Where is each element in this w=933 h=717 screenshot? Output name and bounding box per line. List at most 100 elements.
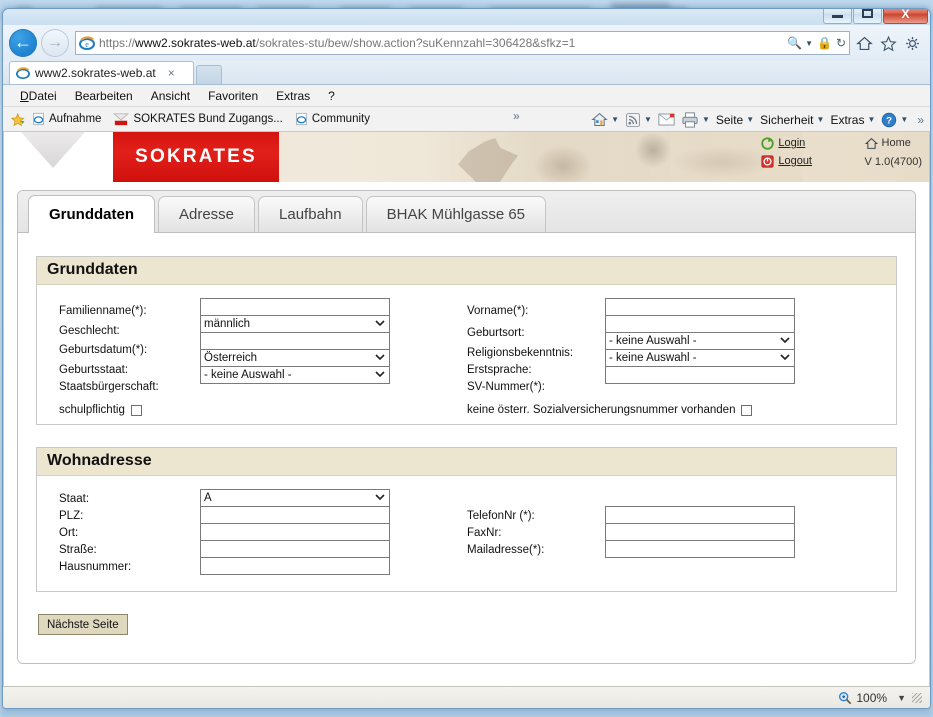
command-extras[interactable]: Extras ▼	[829, 113, 876, 127]
favorite-item-sokrates-bund[interactable]: SOKRATES Bund Zugangs...	[113, 112, 283, 126]
zoom-in-icon	[839, 692, 852, 705]
search-icon[interactable]: 🔍 ▼	[787, 36, 813, 50]
print-icon[interactable]: ▼	[680, 111, 711, 128]
minimize-button[interactable]	[823, 9, 852, 24]
label-faxnr: FaxNr:	[467, 526, 502, 539]
tab-grunddaten[interactable]: Grunddaten	[28, 195, 155, 233]
input-strasse[interactable]	[200, 540, 390, 558]
fieldset-body-grunddaten: Familienname(*): Geschlecht: Geburtsdatu…	[37, 285, 896, 424]
feeds-icon[interactable]: ▼	[624, 112, 653, 128]
menu-item-ansicht[interactable]: Ansicht	[142, 89, 199, 103]
star-icon[interactable]	[880, 35, 897, 52]
tab-laufbahn[interactable]: Laufbahn	[258, 196, 363, 232]
menu-item-bearbeiten[interactable]: Bearbeiten	[66, 89, 142, 103]
close-button[interactable]: X	[883, 9, 928, 24]
favorite-item-aufnahme[interactable]: Aufnahme	[32, 112, 101, 126]
chevron-down-icon	[780, 354, 790, 361]
tab-adresse[interactable]: Adresse	[158, 196, 256, 232]
zoom-chevron-down-icon[interactable]: ▼	[897, 693, 906, 703]
favorite-item-community[interactable]: Community	[295, 112, 370, 126]
help-icon[interactable]: ? ▼	[880, 112, 909, 128]
fieldset-title-grunddaten: Grunddaten	[37, 257, 896, 285]
grunddaten-left-inputs: männlich Österreich - keine Auswahl -	[200, 298, 390, 384]
favorites-overflow-chevron-icon[interactable]: »	[513, 109, 520, 123]
tab-bhak-muehlgasse[interactable]: BHAK Mühlgasse 65	[365, 196, 547, 232]
select-geschlecht[interactable]: männlich	[200, 315, 390, 333]
tab-close-icon[interactable]: ×	[168, 66, 175, 80]
fieldset-body-wohnadresse: Staat: PLZ: Ort: Straße: Hausnummer: A T…	[37, 476, 896, 591]
resize-grip[interactable]	[912, 693, 922, 703]
favorites-bar: Aufnahme SOKRATES Bund Zugangs... Commun…	[3, 107, 930, 132]
add-favorite-star-icon[interactable]	[11, 112, 26, 127]
input-faxnr[interactable]	[605, 523, 795, 541]
label-plz: PLZ:	[59, 509, 84, 522]
login-label: Login	[778, 137, 806, 149]
browser-tab[interactable]: www2.sokrates-web.at ×	[9, 61, 194, 84]
menu-item-favoriten[interactable]: Favoriten	[199, 89, 267, 103]
favorite-label: Aufnahme	[49, 113, 102, 125]
window-controls: X	[822, 9, 928, 25]
gear-icon[interactable]	[904, 35, 921, 52]
zoom-control[interactable]: 100% ▼	[838, 691, 906, 705]
select-staat[interactable]: A	[200, 489, 390, 507]
label-strasse: Straße:	[59, 543, 97, 556]
input-geburtsdatum[interactable]	[200, 332, 390, 350]
input-geburtsort[interactable]	[605, 315, 795, 333]
address-bar[interactable]: e https://www2.sokrates-web.at/sokrates-…	[75, 31, 850, 55]
chevron-down-icon	[375, 354, 385, 361]
label-geschlecht: Geschlecht:	[59, 324, 120, 337]
read-mail-icon[interactable]	[657, 113, 676, 126]
menu-item-extras[interactable]: Extras	[267, 89, 319, 103]
select-religionsbekenntnis[interactable]: - keine Auswahl -	[605, 332, 795, 350]
home-icon[interactable]	[856, 35, 873, 52]
home-icon	[864, 137, 878, 149]
new-tab-button[interactable]	[196, 65, 222, 84]
command-seite[interactable]: Seite ▼	[715, 113, 755, 127]
menu-item-help[interactable]: ?	[319, 89, 344, 103]
chevron-down-icon	[780, 337, 790, 344]
label-staat: Staat:	[59, 492, 90, 505]
maximize-button[interactable]	[853, 9, 882, 24]
label-religionsbekenntnis: Religionsbekenntnis:	[467, 346, 574, 359]
checkbox-keine-sv-nummer[interactable]	[741, 404, 753, 416]
menu-item-datei[interactable]: DDatei	[11, 89, 66, 103]
browser-tab-strip: www2.sokrates-web.at ×	[3, 61, 930, 85]
back-button[interactable]: ←	[9, 29, 37, 57]
refresh-icon[interactable]: ↻	[836, 36, 846, 50]
ie-page-icon	[296, 112, 307, 126]
input-telefonnr[interactable]	[605, 506, 795, 524]
input-familienname[interactable]	[200, 298, 390, 316]
wohnadresse-right-inputs	[605, 506, 795, 558]
home-block: Home V 1.0(4700)	[864, 136, 922, 170]
logout-link[interactable]: Logout	[761, 154, 812, 169]
fieldset-title-wohnadresse: Wohnadresse	[37, 448, 896, 476]
input-vorname[interactable]	[605, 298, 795, 316]
input-sv-nummer[interactable]	[605, 366, 795, 384]
forward-arrow-icon: →	[47, 33, 63, 51]
menu-bar: DDatei Bearbeiten Ansicht Favoriten Extr…	[3, 85, 930, 107]
input-hausnummer[interactable]	[200, 557, 390, 575]
input-mailadresse[interactable]	[605, 540, 795, 558]
label-mailadresse: Mailadresse(*):	[467, 543, 545, 556]
command-overflow-chevron-icon[interactable]: »	[917, 113, 924, 127]
select-erstsprache[interactable]: - keine Auswahl -	[605, 349, 795, 367]
sokrates-logo-text: SOKRATES	[135, 146, 257, 167]
forward-button[interactable]: →	[41, 29, 69, 57]
select-geburtsstaat[interactable]: Österreich	[200, 349, 390, 367]
page-viewport: SOKRATES Login Logout Home V 1.0(4700) G…	[3, 132, 930, 686]
select-staatsbuergerschaft[interactable]: - keine Auswahl -	[200, 366, 390, 384]
next-page-button[interactable]: Nächste Seite	[38, 614, 128, 635]
logout-icon	[761, 155, 774, 168]
wohnadresse-left-inputs: A	[200, 489, 390, 575]
login-link[interactable]: Login	[761, 136, 812, 151]
browser-window: X ← → e https://www2.sokrates-web.at/sok…	[2, 8, 931, 709]
home-icon[interactable]: ▼	[590, 111, 620, 128]
label-keine-sv-nummer: keine österr. Sozialversicherungsnummer …	[467, 404, 736, 416]
input-plz[interactable]	[200, 506, 390, 524]
label-schulpflichtig: schulpflichtig	[59, 404, 125, 416]
home-link[interactable]: Home	[864, 136, 922, 151]
input-ort[interactable]	[200, 523, 390, 541]
command-sicherheit[interactable]: Sicherheit ▼	[759, 113, 825, 127]
favorite-label: Community	[311, 113, 370, 125]
checkbox-schulpflichtig[interactable]	[130, 404, 142, 416]
